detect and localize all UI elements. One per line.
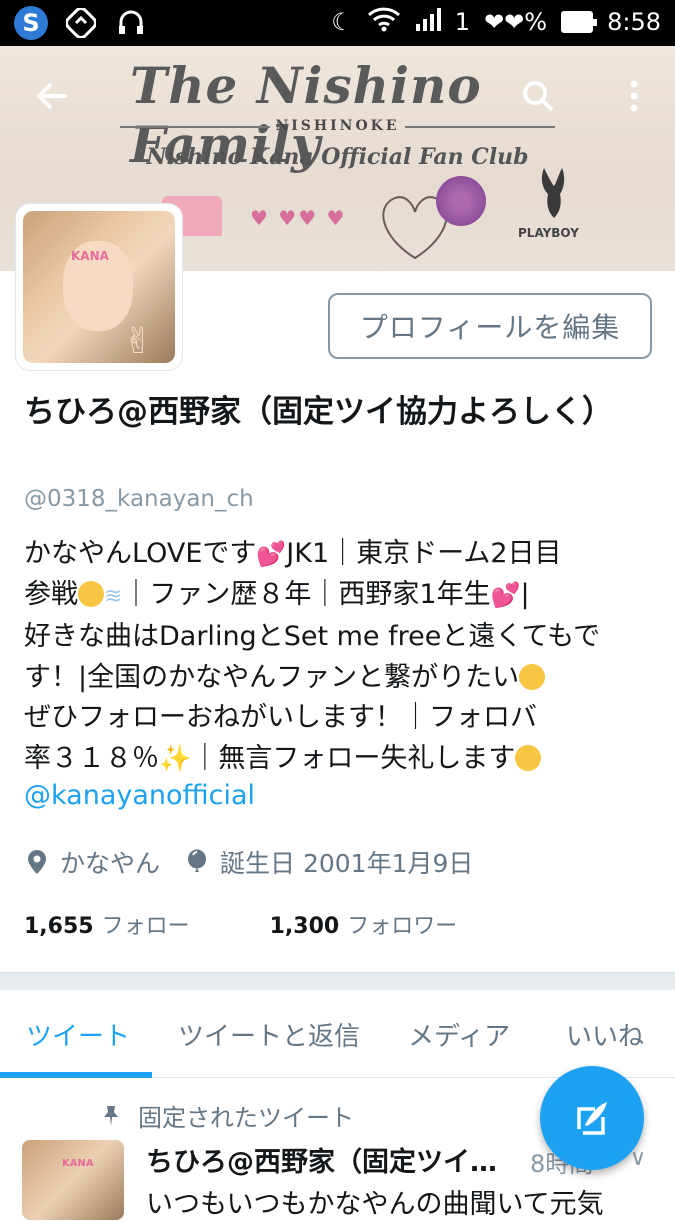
back-arrow-icon xyxy=(36,82,67,110)
banner-subtitle: NISHINOKE xyxy=(275,118,400,134)
bio-text: 参戦 xyxy=(24,578,78,610)
tab-media[interactable]: メディア xyxy=(408,1016,510,1053)
followers-link[interactable]: 1,300 フォロワー xyxy=(270,908,458,940)
following-label: フォロー xyxy=(101,914,190,939)
tweet-avatar[interactable]: KANA xyxy=(22,1140,124,1220)
bio-text: ｜ファン歴８年｜西野家1年生 xyxy=(122,578,491,610)
smile-emoji-icon xyxy=(78,580,104,607)
active-tab-indicator xyxy=(0,1072,152,1078)
bio-text: | xyxy=(520,578,530,610)
bio-text: す！|全国のかなやんファンと繋がりたい xyxy=(24,661,520,693)
moon-icon: ☾ xyxy=(331,8,353,36)
bio-text: ぜひフォローおねがいします！｜フォロバ xyxy=(24,702,537,733)
profile-tabs: ツイート ツイートと返信 メディア いいね xyxy=(0,990,675,1078)
section-divider xyxy=(0,972,675,990)
tab-likes[interactable]: いいね xyxy=(566,1016,644,1053)
bio-text: かなやんLOVEです xyxy=(24,538,257,569)
battery-percent: 1 xyxy=(454,8,471,36)
hearts-illustration: ♥ ♥♥ ♥ xyxy=(250,206,347,230)
compose-quill-icon xyxy=(577,1102,607,1135)
bio-text: 率３１８％ xyxy=(24,742,159,774)
bio-text: JK1｜東京ドーム2日目 xyxy=(286,538,562,569)
signal-icon xyxy=(415,6,441,38)
tweet-author: ちひろ@西野家（固定ツイ… xyxy=(146,1147,497,1178)
following-count: 1,655 xyxy=(24,914,94,939)
tweet-avatar-overlay-text: KANA xyxy=(62,1158,94,1169)
followers-count: 1,300 xyxy=(269,914,340,939)
bowing-emoji-icon xyxy=(515,744,542,771)
bio-text: ｜無言フォロー失礼します xyxy=(191,742,516,774)
following-link[interactable]: 1,655 フォロー xyxy=(24,908,190,940)
banner-rule-right xyxy=(405,126,555,128)
notification-app-icon xyxy=(64,6,98,40)
pin-icon xyxy=(104,1105,118,1126)
avatar-overlay-text: KANA xyxy=(71,249,109,263)
peace-sign: ✌ xyxy=(123,321,154,362)
bio-mention-link[interactable]: @kanayanofficial xyxy=(24,780,255,811)
flower-illustration xyxy=(436,176,486,226)
avatar-image: KANA ✌ xyxy=(23,211,175,363)
more-vertical-icon xyxy=(630,80,638,112)
compose-tweet-button[interactable] xyxy=(540,1066,644,1170)
status-bar: S ☾ 1 ❤❤% 8:58 xyxy=(0,0,675,46)
smile-emoji-icon xyxy=(519,663,546,690)
profile-avatar[interactable]: KANA ✌ xyxy=(16,204,182,370)
follow-counts: 1,655 フォロー 1,300 フォロワー xyxy=(24,908,457,940)
pinned-label: 固定されたツイート xyxy=(138,1104,354,1132)
playboy-bunny-icon xyxy=(541,168,565,218)
profile-meta: かなやん 誕生日 2001年1月9日 xyxy=(24,844,473,880)
back-button[interactable] xyxy=(28,72,76,120)
tab-tweets-replies[interactable]: ツイートと返信 xyxy=(178,1016,360,1053)
headset-icon xyxy=(114,6,148,40)
battery-icon xyxy=(561,11,598,33)
status-time: 8:58 xyxy=(607,8,661,36)
birthday-text: 誕生日 2001年1月9日 xyxy=(220,849,474,878)
balloon-icon xyxy=(184,849,210,875)
wifi-icon xyxy=(367,6,401,38)
bio-text: 好きな曲はDarlingとSet me freeと遠くてもで xyxy=(24,621,601,652)
dash-emoji-icon: ≋ xyxy=(104,583,123,609)
heart-percent-icon: ❤❤% xyxy=(484,8,548,36)
s-app-icon: S xyxy=(14,6,48,40)
pinned-tweet-header: 固定されたツイート xyxy=(100,1098,354,1133)
location-text: かなやん xyxy=(60,849,161,878)
tab-tweets[interactable]: ツイート xyxy=(26,1016,130,1053)
display-name: ちひろ@西野家（固定ツイ協力よろしく） xyxy=(24,394,613,430)
more-options-button[interactable] xyxy=(610,72,658,120)
profile-bio: かなやんLOVEです💕JK1｜東京ドーム2日目 参戦 ≋｜ファン歴８年｜西野家1年… xyxy=(24,534,654,779)
tweet-text: いつもいつもかなやんの曲聞いて元気 xyxy=(146,1189,604,1220)
followers-label: フォロワー xyxy=(347,914,458,939)
sparkles-icon: ✨ xyxy=(159,743,192,774)
edit-profile-button[interactable]: プロフィールを編集 xyxy=(328,293,652,359)
two-hearts-icon: 💕 xyxy=(490,580,521,609)
user-handle: @0318_kanayan_ch xyxy=(24,486,254,512)
two-hearts-icon: 💕 xyxy=(256,540,287,568)
search-icon xyxy=(523,81,554,112)
search-button[interactable] xyxy=(514,72,562,120)
playboy-label: PLAYBOY xyxy=(518,226,579,240)
location-pin-icon xyxy=(24,849,50,875)
